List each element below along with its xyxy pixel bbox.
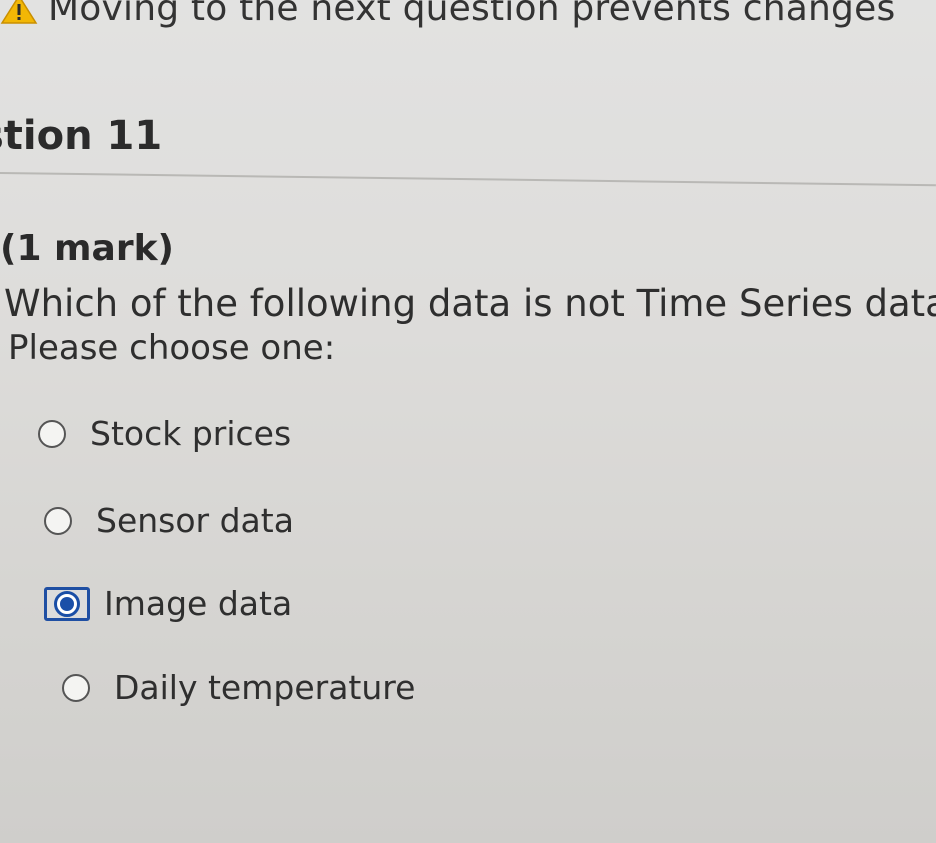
answer-prompt: Please choose one: [8, 328, 336, 368]
option-label: Image data [104, 584, 293, 623]
answer-option-daily-temperature[interactable]: Daily temperature [62, 668, 415, 707]
radio-ring [54, 590, 80, 617]
radio-dot [60, 596, 74, 611]
radio-button-selected[interactable] [44, 586, 90, 621]
question-marks: (1 mark) [0, 228, 174, 269]
option-label: Sensor data [96, 501, 294, 540]
warning-text: Moving to the next question prevents cha… [48, 0, 896, 29]
question-text: Which of the following data is not Time … [4, 282, 936, 325]
answer-option-sensor-data[interactable]: Sensor data [44, 501, 294, 540]
option-label: Daily temperature [114, 668, 416, 707]
answer-option-image-data[interactable]: Image data [44, 584, 292, 623]
question-title: stion 11 [0, 113, 163, 159]
radio-button[interactable] [38, 419, 66, 448]
warning-icon [0, 0, 38, 24]
radio-button[interactable] [62, 673, 90, 702]
navigation-warning: Moving to the next question prevents cha… [0, 0, 895, 29]
answer-option-stock-prices[interactable]: Stock prices [38, 414, 291, 453]
divider [0, 172, 936, 187]
radio-button[interactable] [44, 506, 72, 535]
option-label: Stock prices [90, 414, 292, 453]
